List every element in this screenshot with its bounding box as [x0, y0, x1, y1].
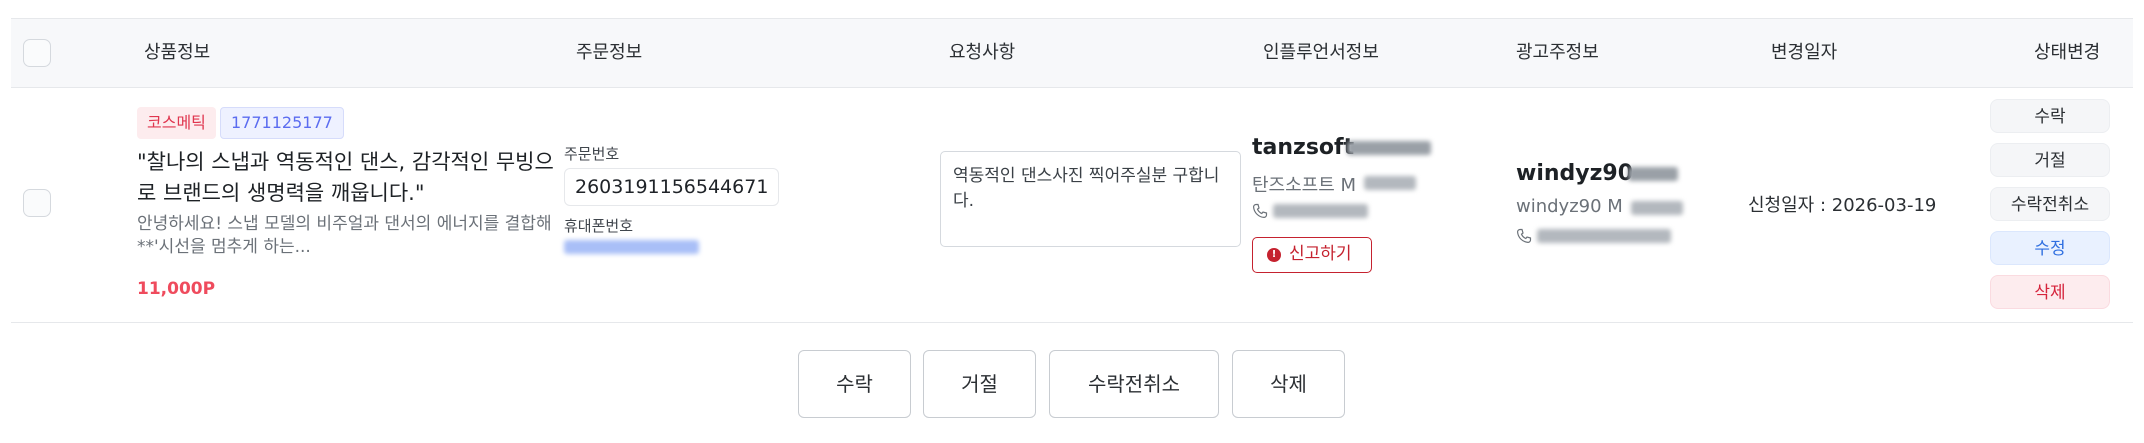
advertiser-name: windyz90 M [1516, 196, 1623, 217]
header-order: 주문정보 [576, 42, 643, 63]
product-title[interactable]: "찰나의 스냅과 역동적인 댄스, 감각적인 무빙으로 브랜드의 생명력을 깨웁… [137, 147, 557, 209]
bulk-reject-button[interactable]: 거절 [923, 350, 1036, 418]
category-badge: 코스메틱 [137, 107, 216, 139]
report-button[interactable]: ! 신고하기 [1252, 237, 1372, 273]
advertiser-phone-icon [1517, 228, 1532, 243]
bulk-cancel-accept-button[interactable]: 수락전취소 [1049, 350, 1219, 418]
table-header: 상품정보 주문정보 요청사항 인플루언서정보 광고주정보 변경일자 상태변경 [11, 18, 2133, 88]
status-edit-button[interactable]: 수정 [1990, 231, 2110, 265]
status-cancel-accept-button[interactable]: 수락전취소 [1990, 187, 2110, 221]
header-request: 요청사항 [949, 42, 1016, 63]
bulk-delete-button[interactable]: 삭제 [1232, 350, 1345, 418]
header-changed-date: 변경일자 [1771, 42, 1838, 63]
order-management-table: 상품정보 주문정보 요청사항 인플루언서정보 광고주정보 변경일자 상태변경 코… [0, 0, 2144, 443]
order-number: 2603191156544671 [564, 168, 780, 206]
bulk-accept-button[interactable]: 수락 [798, 350, 911, 418]
influencer-id: tanzsoft [1252, 135, 1355, 160]
select-all-checkbox[interactable] [23, 39, 51, 67]
influencer-name-redacted [1364, 176, 1416, 190]
advertiser-id: windyz90 [1516, 161, 1634, 186]
table-row: 코스메틱 1771125177 "찰나의 스냅과 역동적인 댄스, 감각적인 무… [11, 87, 2133, 323]
status-accept-button[interactable]: 수락 [1990, 99, 2110, 133]
status-reject-button[interactable]: 거절 [1990, 143, 2110, 177]
advertiser-name-redacted [1631, 201, 1683, 215]
product-price: 11,000P [137, 279, 216, 299]
influencer-phone-redacted [1273, 204, 1368, 218]
influencer-id-redacted [1347, 141, 1431, 155]
report-button-label: 신고하기 [1289, 244, 1352, 264]
alert-icon: ! [1267, 248, 1281, 262]
product-description: 안녕하세요! 스냅 모델의 비주얼과 댄서의 에너지를 결합해 **'시선을 멈… [137, 214, 552, 257]
applied-date: 신청일자 : 2026-03-19 [1748, 195, 1937, 216]
phone-icon [1253, 203, 1268, 218]
product-id-badge[interactable]: 1771125177 [220, 107, 344, 139]
influencer-name: 탄즈소프트 M [1252, 175, 1357, 196]
request-text: 역동적인 댄스사진 찍어주실분 구합니다. [940, 151, 1241, 247]
header-product: 상품정보 [144, 42, 211, 63]
header-status: 상태변경 [2034, 42, 2101, 63]
order-number-label: 주문번호 [564, 145, 620, 163]
header-advertiser: 광고주정보 [1516, 42, 1599, 63]
status-delete-button[interactable]: 삭제 [1990, 275, 2110, 309]
advertiser-phone-redacted [1537, 229, 1671, 243]
row-checkbox[interactable] [23, 189, 51, 217]
header-influencer: 인플루언서정보 [1263, 42, 1379, 63]
phone-redacted [564, 240, 699, 254]
advertiser-id-redacted [1628, 167, 1678, 181]
phone-label: 휴대폰번호 [564, 217, 634, 235]
